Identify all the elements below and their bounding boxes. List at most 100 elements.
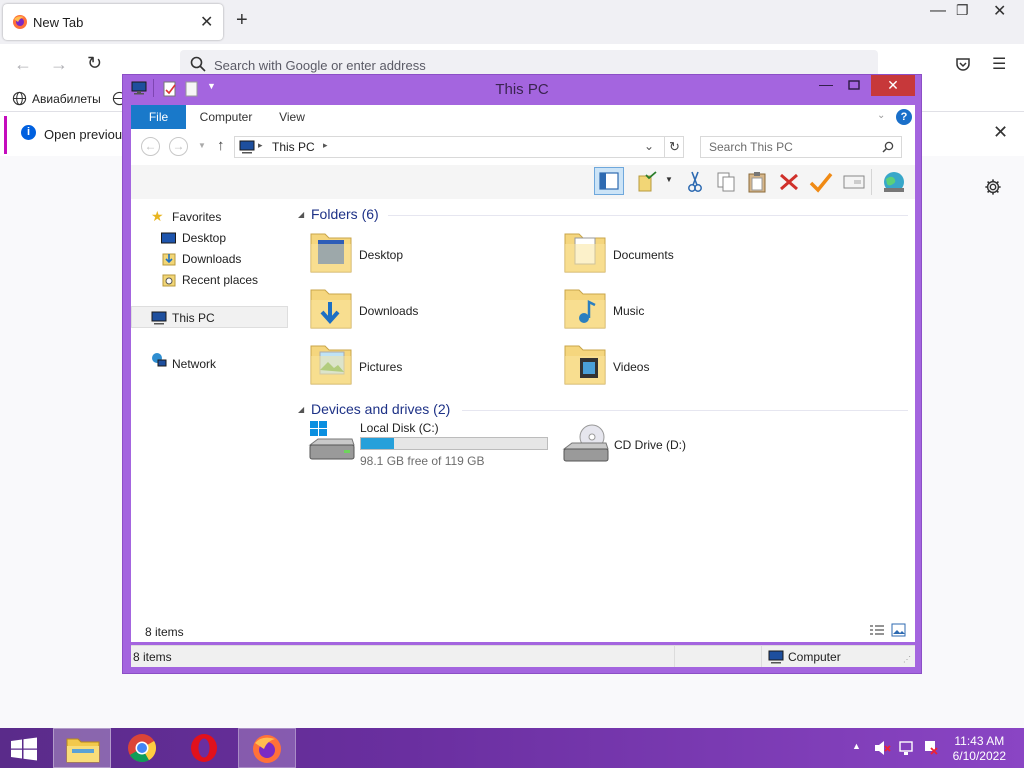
preview-pane-button[interactable] xyxy=(594,167,624,195)
maximize-button[interactable] xyxy=(841,75,867,96)
back-button[interactable]: ← xyxy=(141,137,160,156)
taskbar-opera[interactable] xyxy=(176,728,234,768)
desktop-folder-icon xyxy=(308,226,354,276)
select-checkbox-icon[interactable] xyxy=(637,171,659,193)
settings-gear-icon[interactable] xyxy=(984,178,1002,196)
forward-icon[interactable]: → xyxy=(50,54,68,75)
new-tab-icon[interactable]: + xyxy=(236,9,248,32)
command-toolbar: ▼ xyxy=(131,165,915,199)
recent-locations-icon[interactable]: ▼ xyxy=(198,141,206,150)
drive-d[interactable]: CD Drive (D:) xyxy=(562,421,762,471)
status-items: 8 items xyxy=(133,650,172,664)
resize-grip-icon[interactable]: ⋰ xyxy=(903,655,911,664)
search-box[interactable]: Search This PC xyxy=(700,136,902,158)
tab-file[interactable]: File xyxy=(131,105,186,129)
collapse-folders-icon[interactable]: ◢ xyxy=(298,210,304,219)
tab-computer[interactable]: Computer xyxy=(191,105,261,129)
reload-icon[interactable]: ↻ xyxy=(87,53,102,74)
folder-downloads[interactable]: Downloads xyxy=(308,280,508,334)
devices-group-header[interactable]: Devices and drives (2) xyxy=(311,401,450,417)
nav-favorites[interactable]: Favorites xyxy=(172,210,221,224)
minimize-browser-icon[interactable]: — xyxy=(930,2,946,20)
address-bar[interactable]: ▸ This PC ▸ ⌄ xyxy=(234,136,684,158)
drive-c[interactable]: Local Disk (C:) 98.1 GB free of 119 GB xyxy=(308,421,553,471)
refresh-icon[interactable]: ↻ xyxy=(664,136,684,158)
select-dropdown-icon[interactable]: ▼ xyxy=(665,175,673,184)
pocket-icon[interactable] xyxy=(955,56,971,72)
file-explorer-icon xyxy=(66,735,100,763)
nav-downloads[interactable]: Downloads xyxy=(182,252,241,266)
properties-window-icon[interactable] xyxy=(842,170,866,194)
folders-group-header[interactable]: Folders (6) xyxy=(311,206,379,222)
collapse-devices-icon[interactable]: ◢ xyxy=(298,405,304,414)
clock-date: 6/10/2022 xyxy=(952,749,1006,763)
folder-pictures[interactable]: Pictures xyxy=(308,336,508,390)
close-button[interactable]: ✕ xyxy=(871,75,915,96)
close-notice-icon[interactable]: ✕ xyxy=(993,122,1008,143)
tab-title: New Tab xyxy=(33,15,84,30)
bookmark-aviabilety[interactable]: Авиабилеты xyxy=(32,92,101,106)
menu-icon[interactable]: ☰ xyxy=(992,54,1006,74)
folder-music[interactable]: Music xyxy=(562,280,762,334)
navigation-pane: ★ Favorites Desktop Downloads Recent pla… xyxy=(131,199,291,642)
nav-network[interactable]: Network xyxy=(172,357,216,371)
restore-browser-icon[interactable]: ❐ xyxy=(956,2,969,19)
ribbon-expand-icon[interactable]: ⌄ xyxy=(877,110,885,121)
delete-icon[interactable] xyxy=(778,170,800,194)
up-button[interactable]: ↑ xyxy=(217,137,225,154)
explorer-body: ★ Favorites Desktop Downloads Recent pla… xyxy=(131,199,915,642)
folder-label: Videos xyxy=(613,360,650,374)
taskbar-firefox[interactable] xyxy=(238,728,296,768)
ribbon-tabs: File Computer View ⌄ ? xyxy=(131,105,915,129)
taskbar-file-explorer[interactable] xyxy=(53,728,111,768)
taskbar: ▲ 11:43 AM 6/10/2022 xyxy=(0,728,1024,768)
recent-places-icon xyxy=(162,272,176,287)
close-tab-icon[interactable]: ✕ xyxy=(200,12,213,32)
videos-folder-icon xyxy=(562,338,608,388)
group-divider xyxy=(388,215,908,216)
taskbar-chrome[interactable] xyxy=(114,728,172,768)
copy-icon[interactable] xyxy=(715,170,737,194)
breadcrumb-arrow-icon[interactable]: ▸ xyxy=(258,140,263,151)
action-center-icon[interactable] xyxy=(922,739,940,757)
close-browser-icon[interactable]: ✕ xyxy=(993,1,1006,21)
opera-icon xyxy=(189,733,219,763)
folder-videos[interactable]: Videos xyxy=(562,336,762,390)
paste-icon[interactable] xyxy=(746,170,768,194)
firefox-tab-icon xyxy=(12,14,28,30)
tab-view[interactable]: View xyxy=(267,105,317,129)
system-clock[interactable]: 11:43 AM 6/10/2022 xyxy=(953,734,1006,764)
title-bar[interactable]: ▼ This PC — ✕ xyxy=(123,75,921,103)
browser-tab[interactable]: New Tab ✕ xyxy=(3,4,223,40)
cut-icon[interactable] xyxy=(684,170,706,194)
breadcrumb-this-pc[interactable]: This PC xyxy=(272,140,315,154)
show-hidden-icons[interactable]: ▲ xyxy=(852,741,861,751)
search-placeholder: Search This PC xyxy=(709,140,793,154)
search-icon xyxy=(190,56,206,72)
address-dropdown-icon[interactable]: ⌄ xyxy=(644,139,654,153)
rename-check-icon[interactable] xyxy=(809,170,833,194)
address-toolbar: ← → ▼ ↑ ▸ This PC ▸ ⌄ ↻ Search This PC xyxy=(131,129,915,165)
back-icon[interactable]: ← xyxy=(14,54,32,75)
speaker-muted-icon[interactable] xyxy=(873,739,891,757)
cd-drive-icon xyxy=(562,423,610,465)
network-globe-icon[interactable] xyxy=(881,169,907,195)
breadcrumb-arrow-icon[interactable]: ▸ xyxy=(323,140,328,151)
notice-text: Open previous xyxy=(44,127,129,142)
start-button[interactable] xyxy=(10,737,38,761)
folder-desktop[interactable]: Desktop xyxy=(308,224,508,278)
details-view-icon[interactable] xyxy=(869,624,885,637)
folder-documents[interactable]: Documents xyxy=(562,224,762,278)
forward-button[interactable]: → xyxy=(169,137,188,156)
nav-this-pc-selected[interactable]: This PC xyxy=(131,306,288,328)
help-icon[interactable]: ? xyxy=(896,109,912,125)
nav-recent-places[interactable]: Recent places xyxy=(182,273,258,287)
network-status-icon[interactable] xyxy=(898,739,916,757)
nav-desktop[interactable]: Desktop xyxy=(182,231,226,245)
info-icon: i xyxy=(21,125,36,140)
large-icons-view-icon[interactable] xyxy=(891,623,906,637)
status-location: Computer xyxy=(788,650,841,664)
minimize-button[interactable]: — xyxy=(813,75,839,96)
search-icon xyxy=(882,141,894,153)
group-divider xyxy=(462,410,908,411)
